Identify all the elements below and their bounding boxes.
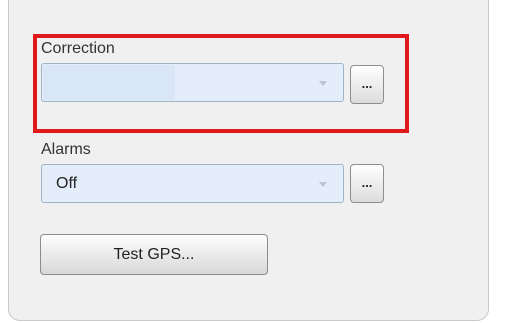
alarms-dropdown[interactable]: Off <box>41 164 344 203</box>
alarms-browse-button[interactable]: ... <box>350 164 384 203</box>
alarms-value: Off <box>56 175 78 192</box>
chevron-down-icon <box>319 182 327 187</box>
alarms-label: Alarms <box>41 141 91 158</box>
highlight-box <box>33 34 409 133</box>
test-gps-button[interactable]: Test GPS... <box>40 234 268 275</box>
